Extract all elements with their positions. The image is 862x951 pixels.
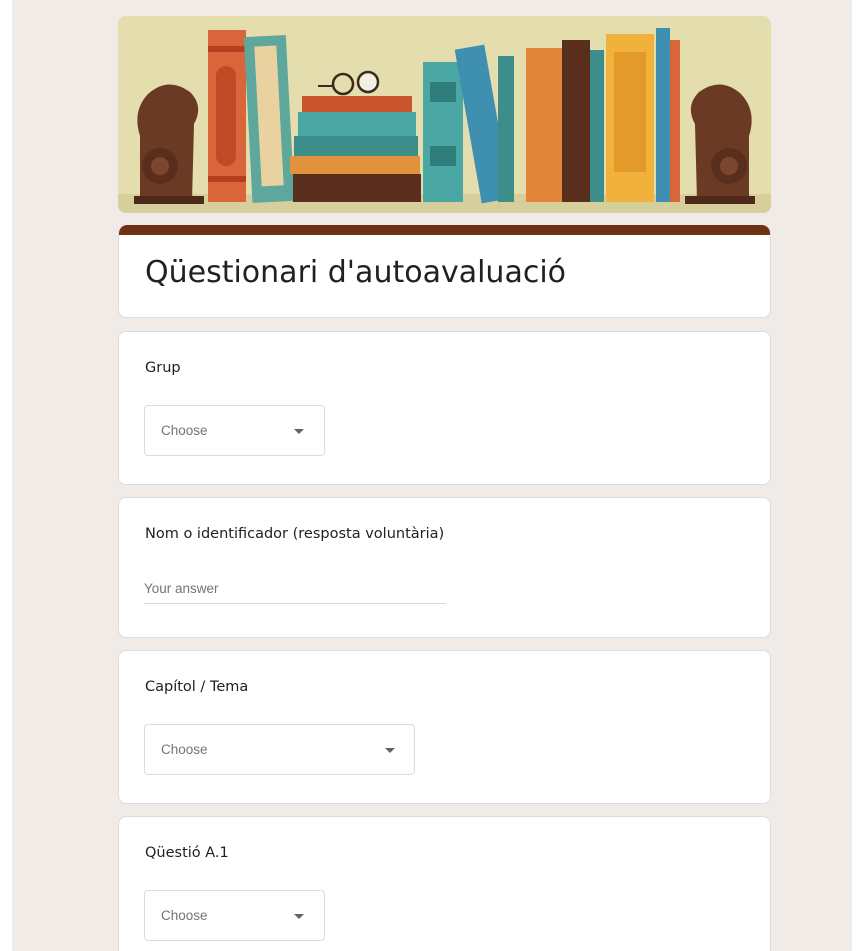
capitol-dropdown[interactable]: Choose xyxy=(144,724,415,775)
chevron-down-icon xyxy=(294,429,304,434)
chevron-down-icon xyxy=(385,748,395,753)
questio-a1-dropdown[interactable]: Choose xyxy=(144,890,325,941)
question-card-grup: Grup Choose xyxy=(118,331,771,485)
form-title: Qüestionari d'autoavaluació xyxy=(145,255,567,290)
page-left-edge xyxy=(0,0,12,951)
grup-dropdown[interactable]: Choose xyxy=(144,405,325,456)
question-label: Capítol / Tema xyxy=(145,679,249,695)
form-title-card: Qüestionari d'autoavaluació xyxy=(118,225,771,318)
page-right-edge xyxy=(852,0,862,951)
question-label: Grup xyxy=(145,360,181,376)
dropdown-value: Choose xyxy=(161,742,208,757)
form-header-accent-bar xyxy=(119,225,770,235)
question-label: Nom o identificador (resposta voluntària… xyxy=(145,526,445,542)
header-banner-image xyxy=(118,16,771,213)
name-answer-input[interactable] xyxy=(144,578,446,604)
question-card-nom: Nom o identificador (resposta voluntària… xyxy=(118,497,771,638)
question-label: Qüestió A.1 xyxy=(145,845,229,861)
question-card-questio-a1: Qüestió A.1 Choose xyxy=(118,816,771,951)
dropdown-value: Choose xyxy=(161,908,208,923)
dropdown-value: Choose xyxy=(161,423,208,438)
question-card-capitol: Capítol / Tema Choose xyxy=(118,650,771,804)
bookshelf-banner-illustration xyxy=(118,16,771,213)
chevron-down-icon xyxy=(294,914,304,919)
